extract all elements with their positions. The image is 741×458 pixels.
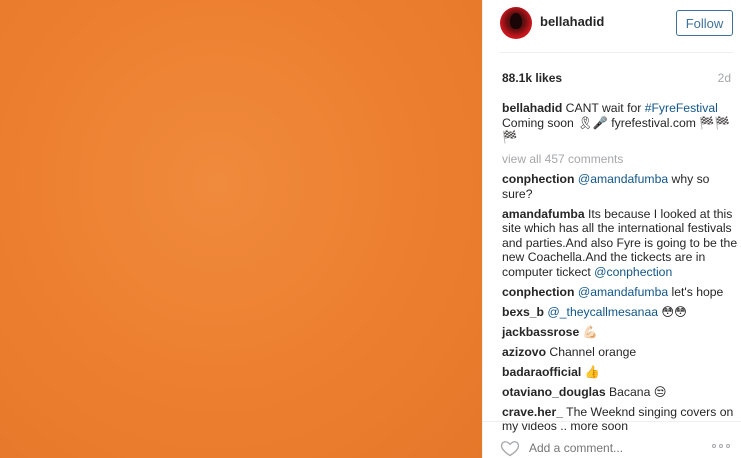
avatar[interactable] (500, 7, 532, 39)
comment-item: amandafumba Its because I looked at this… (502, 207, 738, 280)
comment-mention[interactable]: @conphection (594, 265, 672, 279)
comments-list: bellahadid CANT wait for #FyreFestival C… (502, 101, 738, 439)
comment-text: 👍 (581, 364, 600, 379)
comment-text: 😳😳 (658, 304, 687, 319)
post-age[interactable]: 2d (718, 71, 731, 85)
post-image[interactable] (0, 0, 482, 458)
post-header: bellahadid Follow (483, 0, 741, 52)
caption: bellahadid CANT wait for #FyreFestival C… (502, 101, 738, 145)
comment-mention[interactable]: @_theycallmesanaa (547, 305, 658, 319)
follow-button[interactable]: Follow (676, 10, 733, 36)
caption-text: CANT wait for (562, 101, 645, 115)
comment-username[interactable]: conphection (502, 285, 574, 299)
comment-item: badaraofficial 👍 (502, 365, 738, 380)
comment-username[interactable]: crave.her_ (502, 405, 563, 419)
comment-username[interactable]: amandafumba (502, 207, 585, 221)
comment-text: Bacana 😒 (605, 384, 667, 399)
comment-username[interactable]: bexs_b (502, 305, 544, 319)
add-comment-input[interactable] (529, 441, 699, 455)
heart-icon[interactable] (500, 438, 520, 458)
comment-mention[interactable]: @amandafumba (578, 172, 668, 186)
comment-item: azizovo Channel orange (502, 345, 738, 360)
comment-text: Channel orange (546, 344, 637, 359)
comment-item: otaviano_douglas Bacana 😒 (502, 385, 738, 400)
comment-bar (483, 421, 741, 458)
caption-hashtag[interactable]: #FyreFestival (645, 101, 718, 115)
comment-text: 💪🏻 (579, 324, 598, 339)
caption-username[interactable]: bellahadid (502, 101, 562, 115)
view-all-comments-link[interactable]: view all 457 comments (502, 152, 738, 167)
likes-count[interactable]: 88.1k likes (502, 71, 562, 85)
comment-username[interactable]: otaviano_douglas (502, 385, 606, 399)
comment-username[interactable]: badaraofficial (502, 365, 581, 379)
comment-username[interactable]: azizovo (502, 345, 546, 359)
comment-item: conphection @amandafumba why so sure? (502, 172, 738, 201)
header-divider (500, 52, 734, 53)
comment-item: conphection @amandafumba let's hope (502, 285, 738, 300)
comment-item: bexs_b @_theycallmesanaa 😳😳 (502, 305, 738, 320)
username-link[interactable]: bellahadid (540, 14, 604, 29)
caption-text-end: Coming soon 🎗🎤 fyrefestival.com 🏁🏁 🏁 (502, 115, 730, 145)
more-options-icon[interactable] (712, 444, 732, 450)
comment-item: jackbassrose 💪🏻 (502, 325, 738, 340)
comment-username[interactable]: jackbassrose (502, 325, 579, 339)
comment-text: let's hope (668, 284, 724, 299)
comment-mention[interactable]: @amandafumba (578, 285, 668, 299)
post-sidebar: bellahadid Follow 88.1k likes 2d bellaha… (482, 0, 741, 458)
comment-username[interactable]: conphection (502, 172, 574, 186)
